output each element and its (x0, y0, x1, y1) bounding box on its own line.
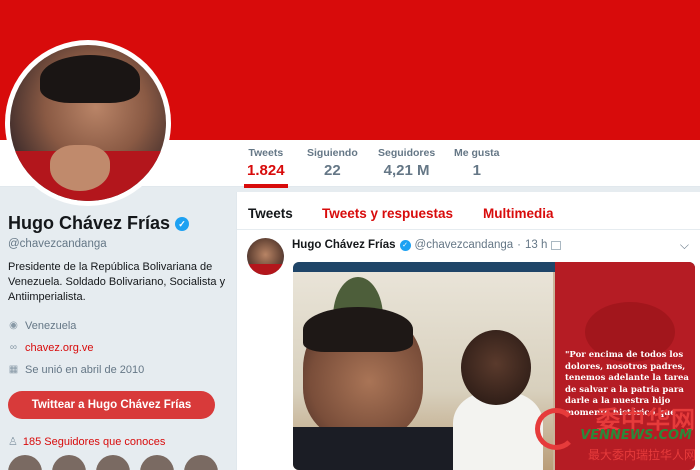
stat-label: Tweets (248, 147, 284, 159)
stat-value: 22 (324, 162, 341, 179)
stat-following[interactable]: Siguiendo 22 (307, 147, 358, 179)
location-text: Venezuela (25, 319, 77, 332)
follower-avatar[interactable] (140, 455, 174, 470)
people-icon: ♙ (8, 436, 18, 448)
calendar-icon: ▦ (8, 364, 19, 375)
tweet-to-button[interactable]: Twittear a Hugo Chávez Frías (8, 391, 215, 419)
avatar-hair (40, 55, 140, 103)
tweet-author-name[interactable]: Hugo Chávez Frías (292, 239, 396, 251)
watermark-swirl-icon (535, 408, 577, 450)
follower-avatar[interactable] (8, 455, 42, 470)
profile-handle[interactable]: @chavezcandanga (8, 238, 233, 250)
stat-followers[interactable]: Seguidores 4,21 M (378, 147, 435, 179)
tab-tweets[interactable]: Tweets (248, 206, 293, 221)
tweet-separator: · (517, 239, 522, 251)
followers-avatars (8, 455, 218, 470)
map-pin-icon: ◉ (9, 320, 18, 331)
image-icon (551, 240, 562, 250)
tweet-time[interactable]: 13 h (525, 239, 547, 251)
stat-value: 4,21 M (383, 162, 430, 179)
profile-website: ∞ chavez.org.ve (8, 341, 233, 354)
timeline-tabs: Tweets Tweets y respuestas Multimedia (237, 192, 700, 230)
stat-label: Siguiendo (307, 147, 358, 159)
link-icon: ∞ (9, 342, 18, 353)
website-link[interactable]: chavez.org.ve (25, 342, 93, 354)
profile-avatar[interactable] (10, 45, 166, 201)
site-watermark: 委中华网 VENNEWS.COM 最大委内瑞拉华人网 (535, 398, 700, 470)
tweet-author-line: Hugo Chávez Frías ✓ @chavezcandanga · 13… (292, 239, 562, 251)
profile-location: ◉ Venezuela (8, 319, 233, 332)
tweet-avatar[interactable] (247, 238, 284, 275)
profile-card: Hugo Chávez Frías ✓ @chavezcandanga Pres… (8, 213, 233, 376)
stat-label: Me gusta (454, 147, 500, 159)
watermark-url: VENNEWS.COM (580, 428, 692, 443)
tab-media[interactable]: Multimedia (483, 206, 554, 221)
followers-you-know[interactable]: ♙ 185 Seguidores que conoces (8, 435, 166, 449)
stat-likes[interactable]: Me gusta 1 (454, 147, 500, 179)
profile-name[interactable]: Hugo Chávez Frías (8, 213, 170, 234)
follower-avatar[interactable] (96, 455, 130, 470)
follower-avatar[interactable] (184, 455, 218, 470)
watermark-subtitle: 最大委内瑞拉华人网 (587, 448, 696, 462)
joined-text: Se unió en abril de 2010 (25, 363, 145, 376)
stat-label: Seguidores (378, 147, 436, 159)
stat-value: 1.824 (247, 162, 285, 179)
avatar-hand (50, 145, 110, 191)
stat-tweets[interactable]: Tweets 1.824 (244, 147, 288, 188)
follower-avatar[interactable] (52, 455, 86, 470)
media-man-hair (303, 307, 413, 352)
verified-badge-icon: ✓ (175, 216, 190, 231)
tab-tweets-replies[interactable]: Tweets y respuestas (322, 206, 453, 221)
profile-bio: Presidente de la República Bolivariana d… (8, 261, 226, 303)
chevron-down-icon[interactable]: ⌵ (680, 238, 689, 253)
media-child (461, 330, 531, 405)
tweet-author-handle[interactable]: @chavezcandanga (415, 239, 514, 251)
profile-joined: ▦ Se unió en abril de 2010 (8, 363, 233, 376)
verified-badge-icon: ✓ (399, 239, 411, 251)
stat-value: 1 (472, 162, 481, 179)
profile-name-row: Hugo Chávez Frías ✓ (8, 213, 233, 234)
followers-you-know-text: 185 Seguidores que conoces (22, 435, 166, 448)
